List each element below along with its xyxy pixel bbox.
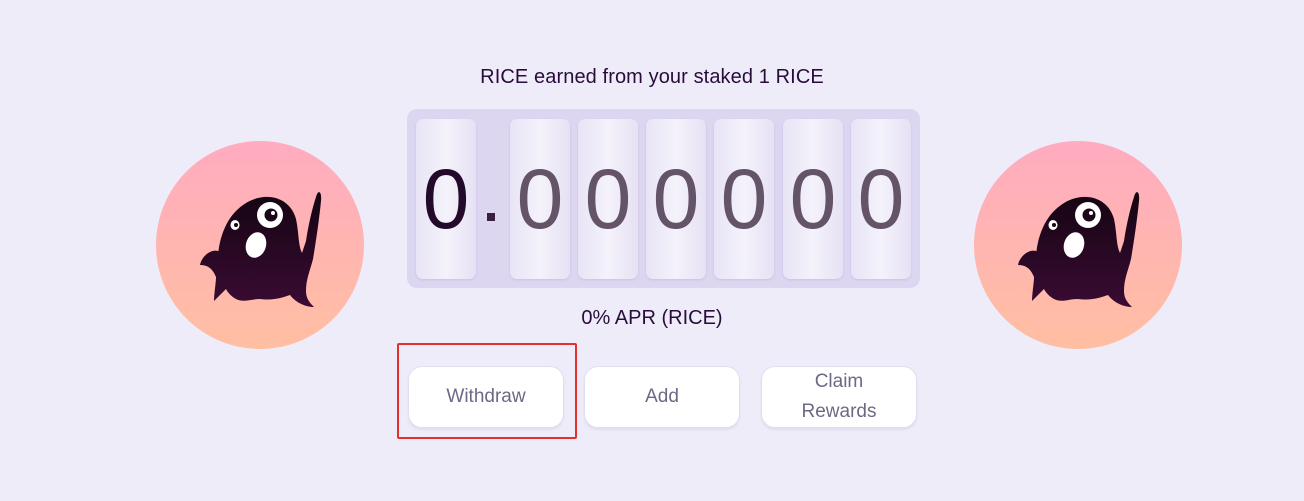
decimal-point [487, 213, 495, 221]
rewards-heading: RICE earned from your staked 1 RICE [480, 66, 824, 88]
claim-label-line2: Rewards [801, 401, 877, 422]
mascot-right [974, 141, 1182, 349]
withdraw-button-label: Withdraw [446, 386, 526, 407]
counter-digit: 0 [646, 119, 706, 279]
add-button[interactable]: Add [584, 366, 740, 428]
counter-digit: 0 [783, 119, 843, 279]
staking-rewards-panel: RICE earned from your staked 1 RICE 0 0 … [0, 0, 1304, 501]
counter-digit: 0 [510, 119, 570, 279]
counter-digit: 0 [851, 119, 911, 279]
counter-digit: 0 [714, 119, 774, 279]
counter-digit: 0 [578, 119, 638, 279]
claim-rewards-button-label: Claim Rewards [802, 367, 877, 427]
counter-digit: 0 [416, 119, 476, 279]
add-button-label: Add [645, 386, 679, 407]
claim-rewards-button[interactable]: Claim Rewards [761, 366, 917, 428]
withdraw-button[interactable]: Withdraw [408, 366, 564, 428]
claim-label-line1: Claim [814, 371, 864, 392]
rewards-counter: 0 0 0 0 0 0 0 [407, 109, 920, 288]
ghost-mascot-icon [1018, 192, 1140, 307]
